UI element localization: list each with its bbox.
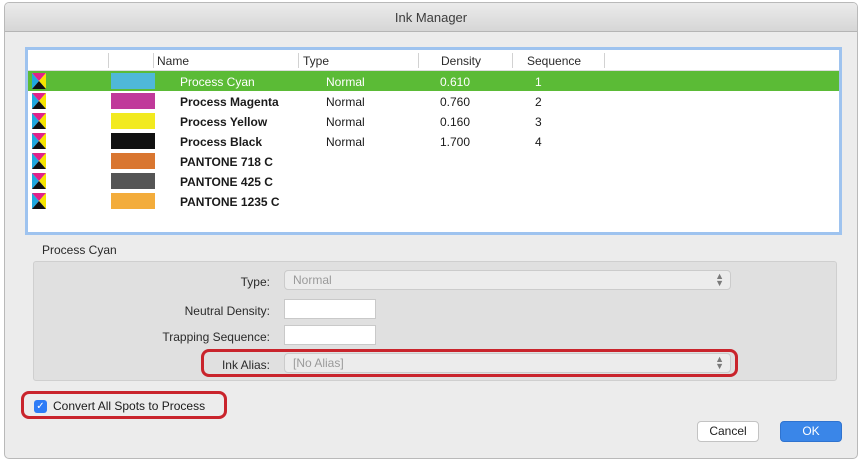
ink-swatch — [111, 153, 155, 169]
cancel-button[interactable]: Cancel — [697, 421, 759, 442]
list-header: Name Type Density Sequence — [28, 50, 839, 71]
column-separator — [108, 53, 109, 68]
ink-row[interactable]: Process Yellow Normal 0.160 3 — [28, 111, 839, 131]
trapping-sequence-field[interactable] — [284, 325, 376, 345]
ink-sequence: 2 — [535, 95, 542, 109]
ink-swatch — [111, 113, 155, 129]
ink-list[interactable]: Name Type Density Sequence Process Cyan N… — [25, 47, 842, 235]
details-title: Process Cyan — [42, 243, 117, 257]
ink-row[interactable]: Process Cyan Normal 0.610 1 — [28, 71, 839, 91]
ink-name: Process Black — [180, 135, 263, 149]
ink-swatch — [111, 173, 155, 189]
process-ink-icon — [32, 93, 46, 109]
column-separator — [298, 53, 299, 68]
ink-name: Process Yellow — [180, 115, 268, 129]
ink-swatch — [111, 93, 155, 109]
ink-name: PANTONE 1235 C — [180, 195, 280, 209]
ink-name: Process Magenta — [180, 95, 279, 109]
ink-swatch — [111, 73, 155, 89]
ink-type: Normal — [326, 135, 365, 149]
column-header-type[interactable]: Type — [303, 54, 329, 68]
process-ink-icon — [32, 193, 46, 209]
ink-name: PANTONE 425 C — [180, 175, 273, 189]
process-ink-icon — [32, 153, 46, 169]
ink-swatch — [111, 133, 155, 149]
ink-sequence: 1 — [535, 75, 542, 89]
ink-type: Normal — [326, 115, 365, 129]
popup-arrows-icon: ▲ ▼ — [715, 271, 724, 288]
neutral-density-label: Neutral Density: — [184, 304, 270, 318]
ink-name: Process Cyan — [180, 75, 255, 89]
ink-name: PANTONE 718 C — [180, 155, 273, 169]
process-ink-icon — [32, 173, 46, 189]
column-header-name[interactable]: Name — [157, 54, 189, 68]
ink-density: 1.700 — [440, 135, 471, 149]
ink-type: Normal — [326, 95, 365, 109]
column-separator — [153, 53, 154, 68]
column-separator — [418, 53, 419, 68]
column-separator — [604, 53, 605, 68]
type-popup[interactable]: Normal ▲ ▼ — [284, 270, 731, 290]
trapping-sequence-label: Trapping Sequence: — [162, 330, 270, 344]
ink-row[interactable]: Process Magenta Normal 0.760 2 — [28, 91, 839, 111]
ink-details-panel: Type: Normal ▲ ▼ Neutral Density: Trappin… — [33, 261, 837, 381]
ink-density: 0.160 — [440, 115, 471, 129]
process-ink-icon — [32, 73, 46, 89]
ink-row[interactable]: PANTONE 1235 C — [28, 191, 839, 211]
ink-density: 0.610 — [440, 75, 471, 89]
ink-row[interactable]: Process Black Normal 1.700 4 — [28, 131, 839, 151]
ink-swatch — [111, 193, 155, 209]
convert-spots-highlight — [21, 391, 227, 419]
ok-button[interactable]: OK — [780, 421, 842, 442]
type-value: Normal — [293, 273, 332, 287]
column-header-density[interactable]: Density — [441, 54, 481, 68]
neutral-density-field[interactable] — [284, 299, 376, 319]
ink-alias-highlight — [201, 349, 738, 377]
ink-sequence: 3 — [535, 115, 542, 129]
ink-manager-dialog: Ink Manager Name Type Density Sequence P… — [4, 2, 858, 459]
ink-sequence: 4 — [535, 135, 542, 149]
process-ink-icon — [32, 113, 46, 129]
window-title: Ink Manager — [5, 3, 857, 32]
column-header-sequence[interactable]: Sequence — [527, 54, 581, 68]
ink-row[interactable]: PANTONE 425 C — [28, 171, 839, 191]
ink-type: Normal — [326, 75, 365, 89]
ink-row[interactable]: PANTONE 718 C — [28, 151, 839, 171]
type-label: Type: — [240, 275, 270, 289]
process-ink-icon — [32, 133, 46, 149]
ink-density: 0.760 — [440, 95, 471, 109]
column-separator — [512, 53, 513, 68]
